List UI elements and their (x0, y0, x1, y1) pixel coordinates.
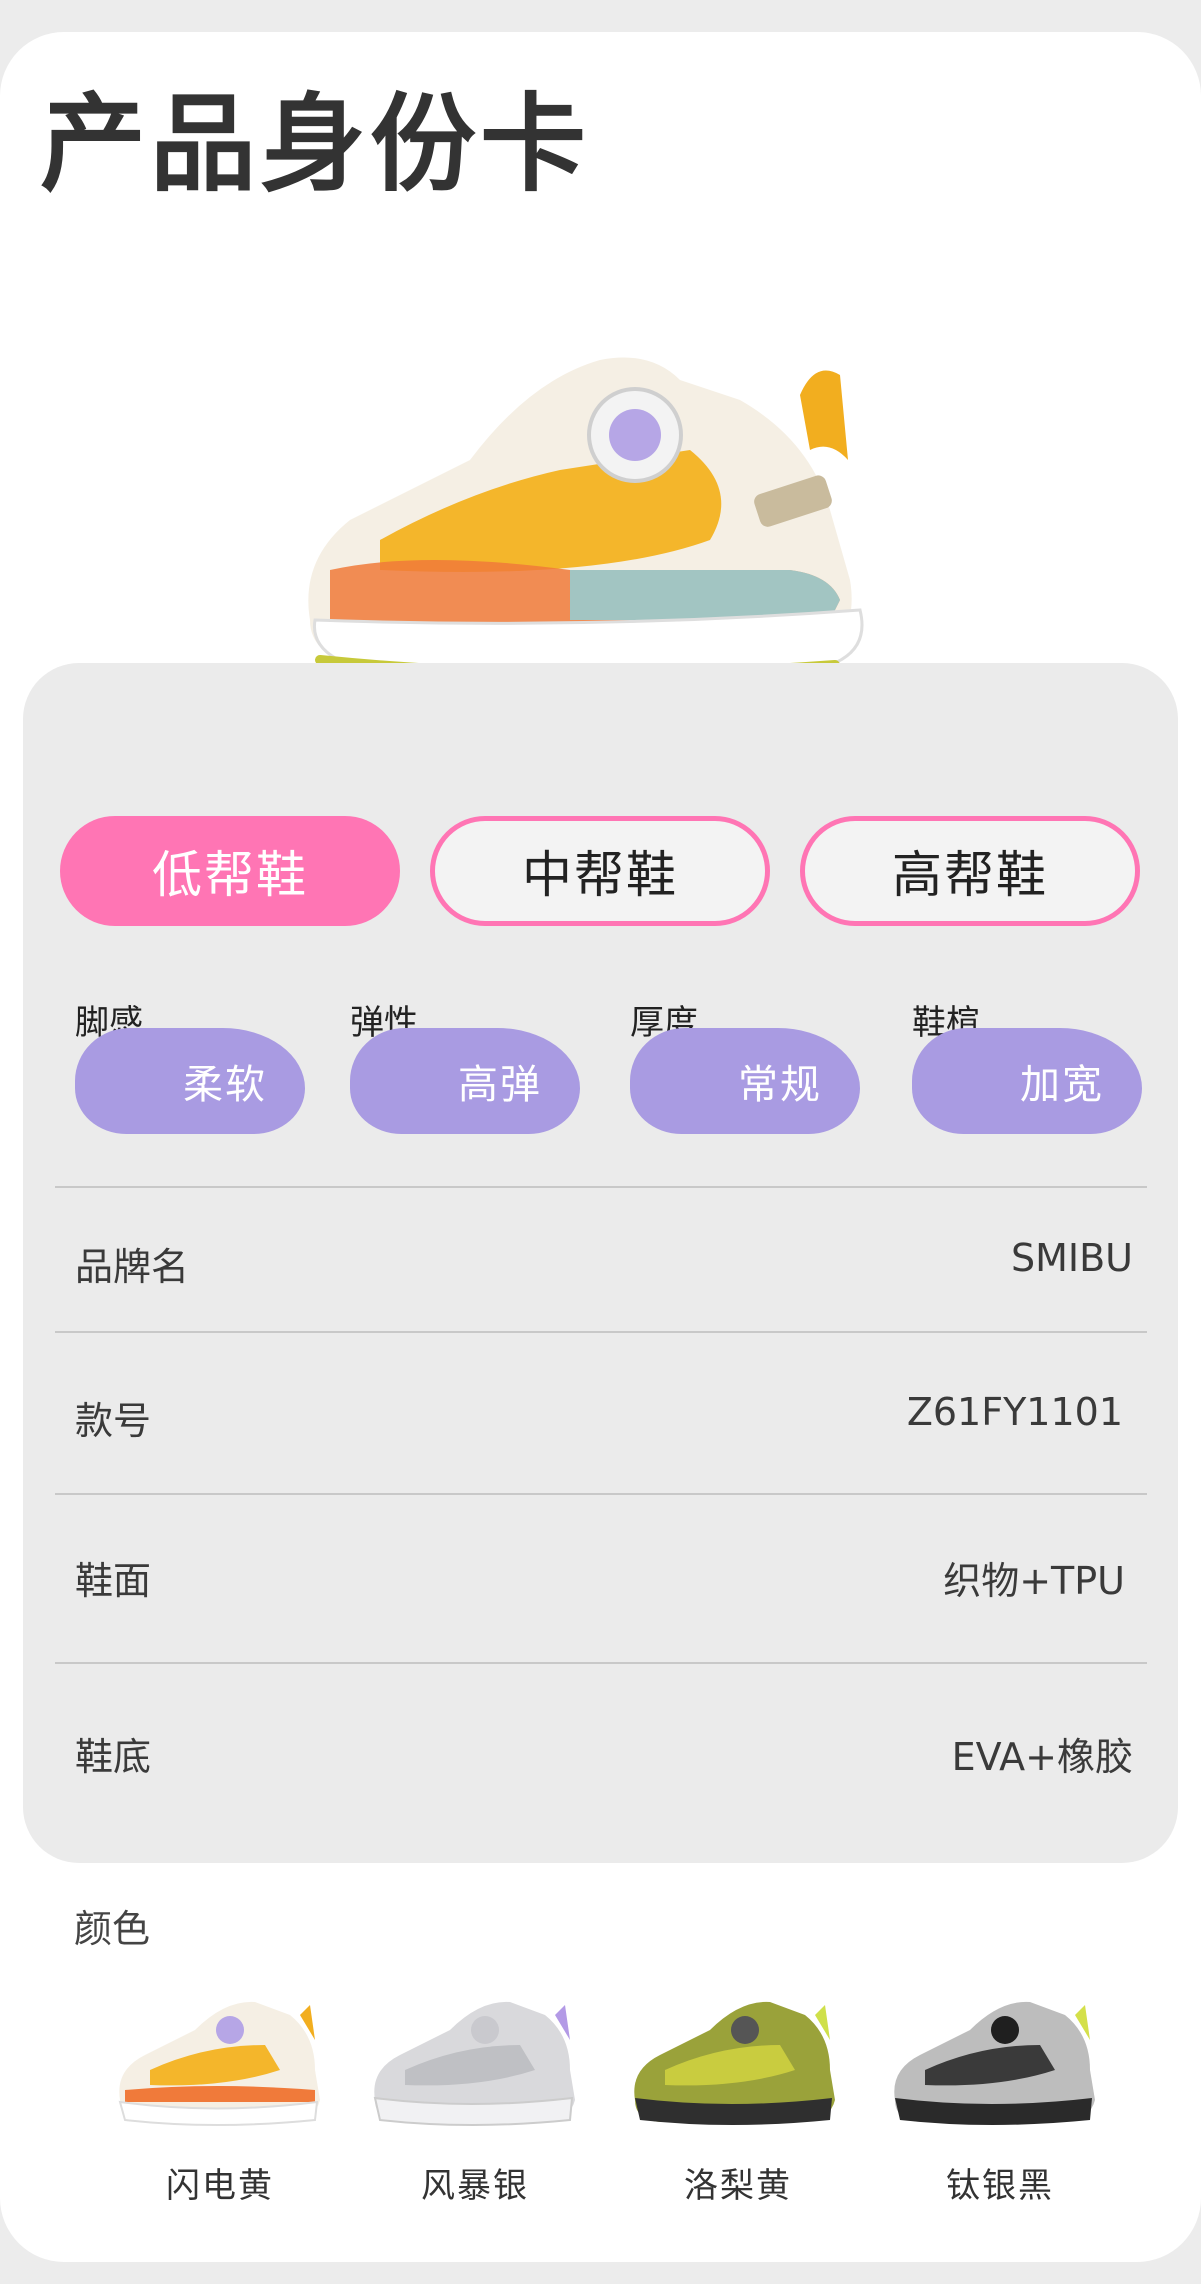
spec-label-upper: 鞋面 (75, 1559, 152, 1603)
shoe-type-high-button[interactable]: 高帮鞋 (800, 816, 1140, 926)
color-heading: 颜色 (74, 1907, 151, 1951)
color-swatch-lightning-yellow[interactable] (105, 1990, 335, 2140)
spec-value-model: Z61FY1101 (906, 1390, 1123, 1434)
shoe-type-low-button[interactable]: 低帮鞋 (60, 816, 400, 926)
shoe-type-mid-button[interactable]: 中帮鞋 (430, 816, 770, 926)
divider (55, 1662, 1147, 1664)
color-label-storm-silver: 风暴银 (421, 2166, 529, 2206)
color-swatch-storm-silver[interactable] (360, 1990, 590, 2140)
color-label-lightning-yellow: 闪电黄 (166, 2166, 274, 2206)
color-label-titanium-silver-black: 钛银黑 (946, 2166, 1054, 2206)
spec-value-brand: SMIBU (1011, 1236, 1133, 1280)
spec-label-brand: 品牌名 (75, 1245, 190, 1289)
divider (55, 1186, 1147, 1188)
feature-badge-feel: 柔软 (75, 1028, 305, 1134)
feature-badge-last: 加宽 (912, 1028, 1142, 1134)
page-title: 产品身份卡 (40, 83, 590, 206)
spec-label-model: 款号 (75, 1399, 152, 1443)
divider (55, 1493, 1147, 1495)
feature-badge-elasticity: 高弹 (350, 1028, 580, 1134)
spec-value-upper: 织物+TPU (943, 1559, 1125, 1603)
hero-shoe-image (300, 357, 880, 687)
spec-label-sole: 鞋底 (75, 1735, 152, 1779)
feature-badge-thickness: 常规 (630, 1028, 860, 1134)
divider (55, 1331, 1147, 1333)
color-label-pear-yellow: 洛梨黄 (684, 2166, 792, 2206)
color-swatch-titanium-silver-black[interactable] (880, 1990, 1110, 2140)
spec-value-sole: EVA+橡胶 (951, 1735, 1133, 1779)
color-swatch-pear-yellow[interactable] (620, 1990, 850, 2140)
